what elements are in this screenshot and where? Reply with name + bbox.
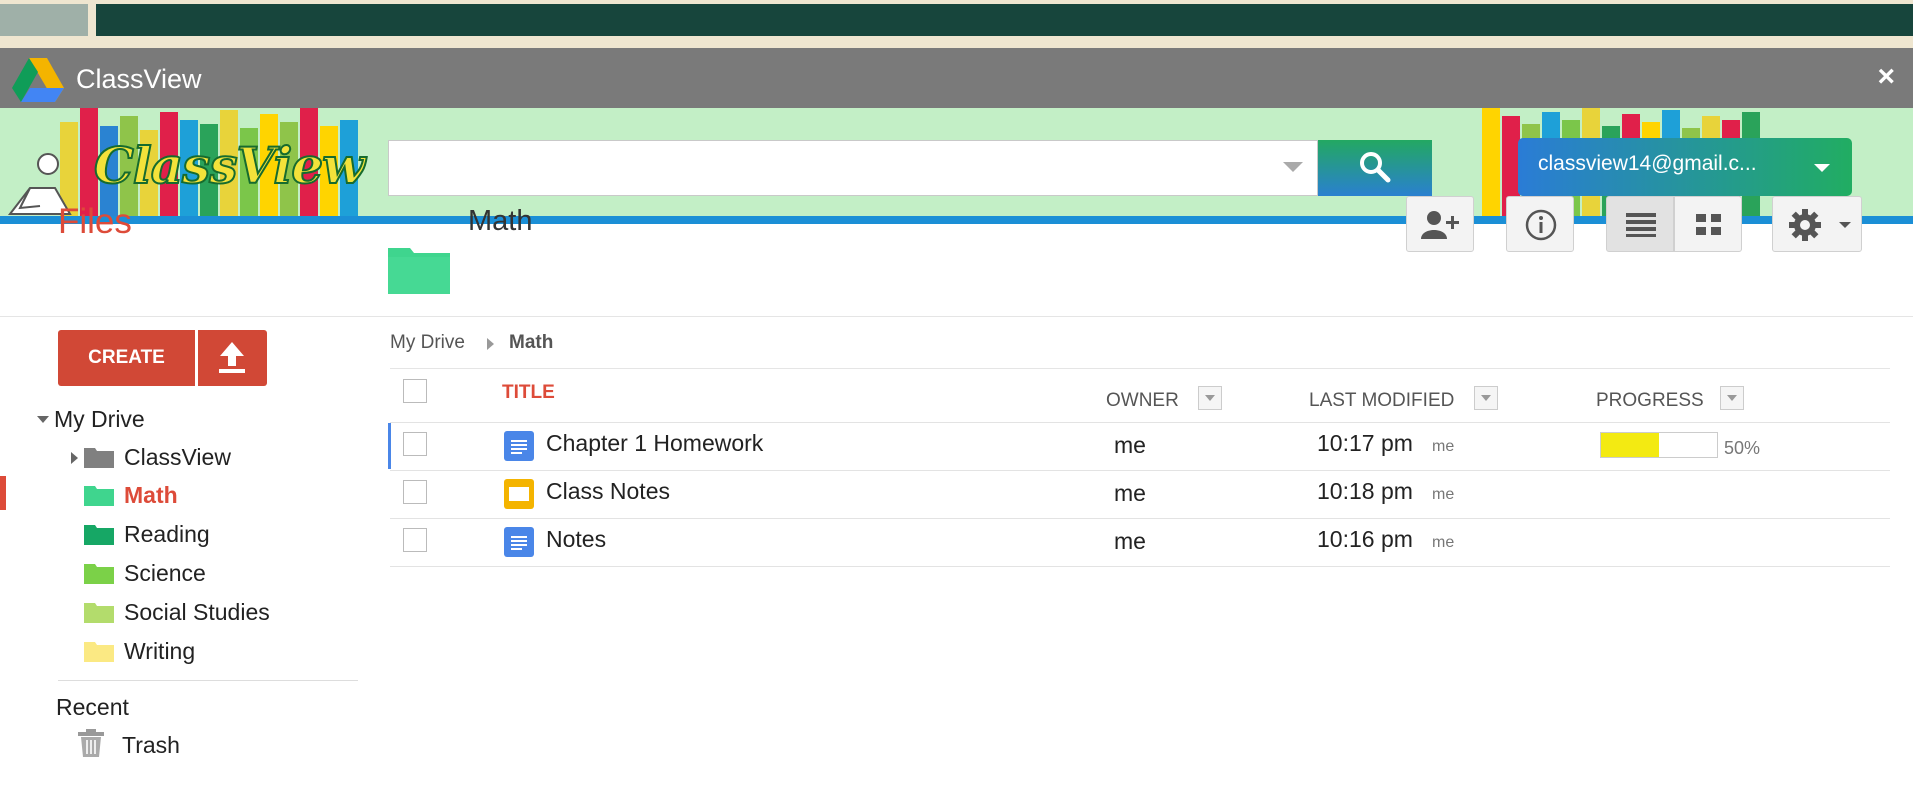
drive-logo-icon bbox=[12, 58, 64, 102]
doc-icon bbox=[504, 431, 534, 461]
list-view-button[interactable] bbox=[1606, 196, 1674, 252]
folder-icon bbox=[84, 562, 114, 584]
list-view-icon bbox=[1626, 213, 1656, 237]
account-email: classview14@gmail.c... bbox=[1538, 152, 1757, 175]
search-box bbox=[388, 140, 1318, 196]
folder-icon bbox=[84, 484, 114, 506]
column-header-progress[interactable]: PROGRESS bbox=[1596, 390, 1704, 412]
row-focus-marker bbox=[388, 423, 391, 469]
grid-view-button[interactable] bbox=[1674, 196, 1742, 252]
search-input[interactable] bbox=[388, 140, 1318, 196]
file-title[interactable]: Class Notes bbox=[546, 478, 670, 505]
desktop-tab[interactable] bbox=[0, 4, 88, 36]
folder-icon bbox=[84, 601, 114, 623]
recent-link[interactable]: Recent bbox=[56, 694, 129, 721]
folder-title: Math bbox=[468, 205, 533, 237]
title-bar: ClassView × bbox=[0, 48, 1913, 108]
file-title[interactable]: Notes bbox=[546, 526, 606, 553]
window-title: ClassView bbox=[76, 64, 202, 94]
row-checkbox[interactable] bbox=[403, 432, 427, 456]
folder-icon bbox=[84, 523, 114, 545]
add-person-icon bbox=[1421, 211, 1459, 239]
select-all-checkbox[interactable] bbox=[403, 379, 427, 403]
row-divider bbox=[390, 518, 1890, 519]
selected-marker bbox=[0, 476, 6, 510]
dropdown-caret-icon bbox=[1814, 164, 1830, 172]
file-owner: me bbox=[1114, 480, 1146, 506]
tree-item-science[interactable]: Science bbox=[124, 560, 206, 587]
tree-item-math[interactable]: Math bbox=[124, 482, 178, 509]
owner-sort-button[interactable] bbox=[1198, 386, 1222, 410]
file-modified-time: 10:18 pm bbox=[1317, 478, 1413, 504]
file-modified-by: me bbox=[1432, 438, 1455, 455]
create-button[interactable]: CREATE bbox=[58, 330, 195, 386]
trash-icon bbox=[78, 729, 104, 757]
column-header-last-modified[interactable]: LAST MODIFIED bbox=[1309, 390, 1454, 412]
desktop-top-strip bbox=[0, 0, 1913, 48]
sidebar-divider bbox=[58, 680, 358, 681]
file-modified-by: me bbox=[1432, 486, 1455, 503]
slides-icon bbox=[504, 479, 534, 509]
progress-sort-button[interactable] bbox=[1720, 386, 1744, 410]
settings-button[interactable] bbox=[1772, 196, 1862, 252]
upload-icon bbox=[219, 342, 245, 373]
share-button[interactable] bbox=[1406, 196, 1474, 252]
file-modified-time: 10:16 pm bbox=[1317, 526, 1413, 552]
info-icon bbox=[1525, 209, 1557, 241]
breadcrumb-current: Math bbox=[509, 332, 554, 353]
close-icon[interactable]: × bbox=[1877, 60, 1895, 94]
header-row-divider bbox=[390, 422, 1890, 423]
expand-arrow-icon[interactable] bbox=[37, 416, 49, 423]
folder-icon bbox=[84, 640, 114, 662]
desktop-bar bbox=[96, 4, 1913, 36]
breadcrumb-separator-icon bbox=[487, 338, 494, 350]
file-owner: me bbox=[1114, 528, 1146, 554]
row-checkbox[interactable] bbox=[403, 528, 427, 552]
brand-logo: ClassView bbox=[93, 135, 366, 196]
file-owner: me bbox=[1114, 432, 1146, 458]
gear-icon bbox=[1789, 209, 1821, 241]
tree-item-my-drive[interactable]: My Drive bbox=[54, 406, 145, 433]
search-icon bbox=[1360, 151, 1391, 182]
breadcrumb-divider bbox=[390, 368, 1890, 369]
column-header-title[interactable]: TITLE bbox=[502, 382, 555, 404]
upload-button[interactable] bbox=[198, 330, 267, 386]
app-window: ClassView × ClassView classview14@gmail.… bbox=[0, 48, 1913, 788]
details-button[interactable] bbox=[1506, 196, 1574, 252]
row-divider bbox=[390, 566, 1890, 567]
row-divider bbox=[390, 470, 1890, 471]
tree-item-classview[interactable]: ClassView bbox=[124, 444, 231, 471]
file-progress-label: 50% bbox=[1724, 438, 1761, 458]
progress-fill bbox=[1601, 433, 1659, 457]
grid-view-icon bbox=[1696, 214, 1721, 235]
trash-link[interactable]: Trash bbox=[122, 732, 180, 759]
dropdown-caret-icon[interactable] bbox=[1283, 162, 1303, 172]
folder-icon bbox=[388, 248, 450, 294]
row-checkbox[interactable] bbox=[403, 480, 427, 504]
header-divider bbox=[0, 316, 1913, 317]
files-heading: Files bbox=[58, 202, 132, 241]
breadcrumb-my-drive[interactable]: My Drive bbox=[390, 332, 465, 354]
search-button[interactable] bbox=[1318, 140, 1432, 196]
column-header-owner[interactable]: OWNER bbox=[1106, 390, 1179, 412]
tree-item-writing[interactable]: Writing bbox=[124, 638, 195, 665]
dropdown-caret-icon bbox=[1839, 222, 1851, 228]
file-progress-bar bbox=[1600, 432, 1718, 458]
doc-icon bbox=[504, 527, 534, 557]
folder-icon bbox=[84, 446, 114, 468]
tree-item-social-studies[interactable]: Social Studies bbox=[124, 599, 270, 626]
file-modified-by: me bbox=[1432, 534, 1455, 551]
last-modified-sort-button[interactable] bbox=[1474, 386, 1498, 410]
collapse-arrow-icon[interactable] bbox=[71, 452, 78, 464]
account-button[interactable]: classview14@gmail.c... bbox=[1518, 138, 1852, 196]
file-modified-time: 10:17 pm bbox=[1317, 430, 1413, 456]
file-title[interactable]: Chapter 1 Homework bbox=[546, 430, 763, 457]
tree-item-reading[interactable]: Reading bbox=[124, 521, 210, 548]
